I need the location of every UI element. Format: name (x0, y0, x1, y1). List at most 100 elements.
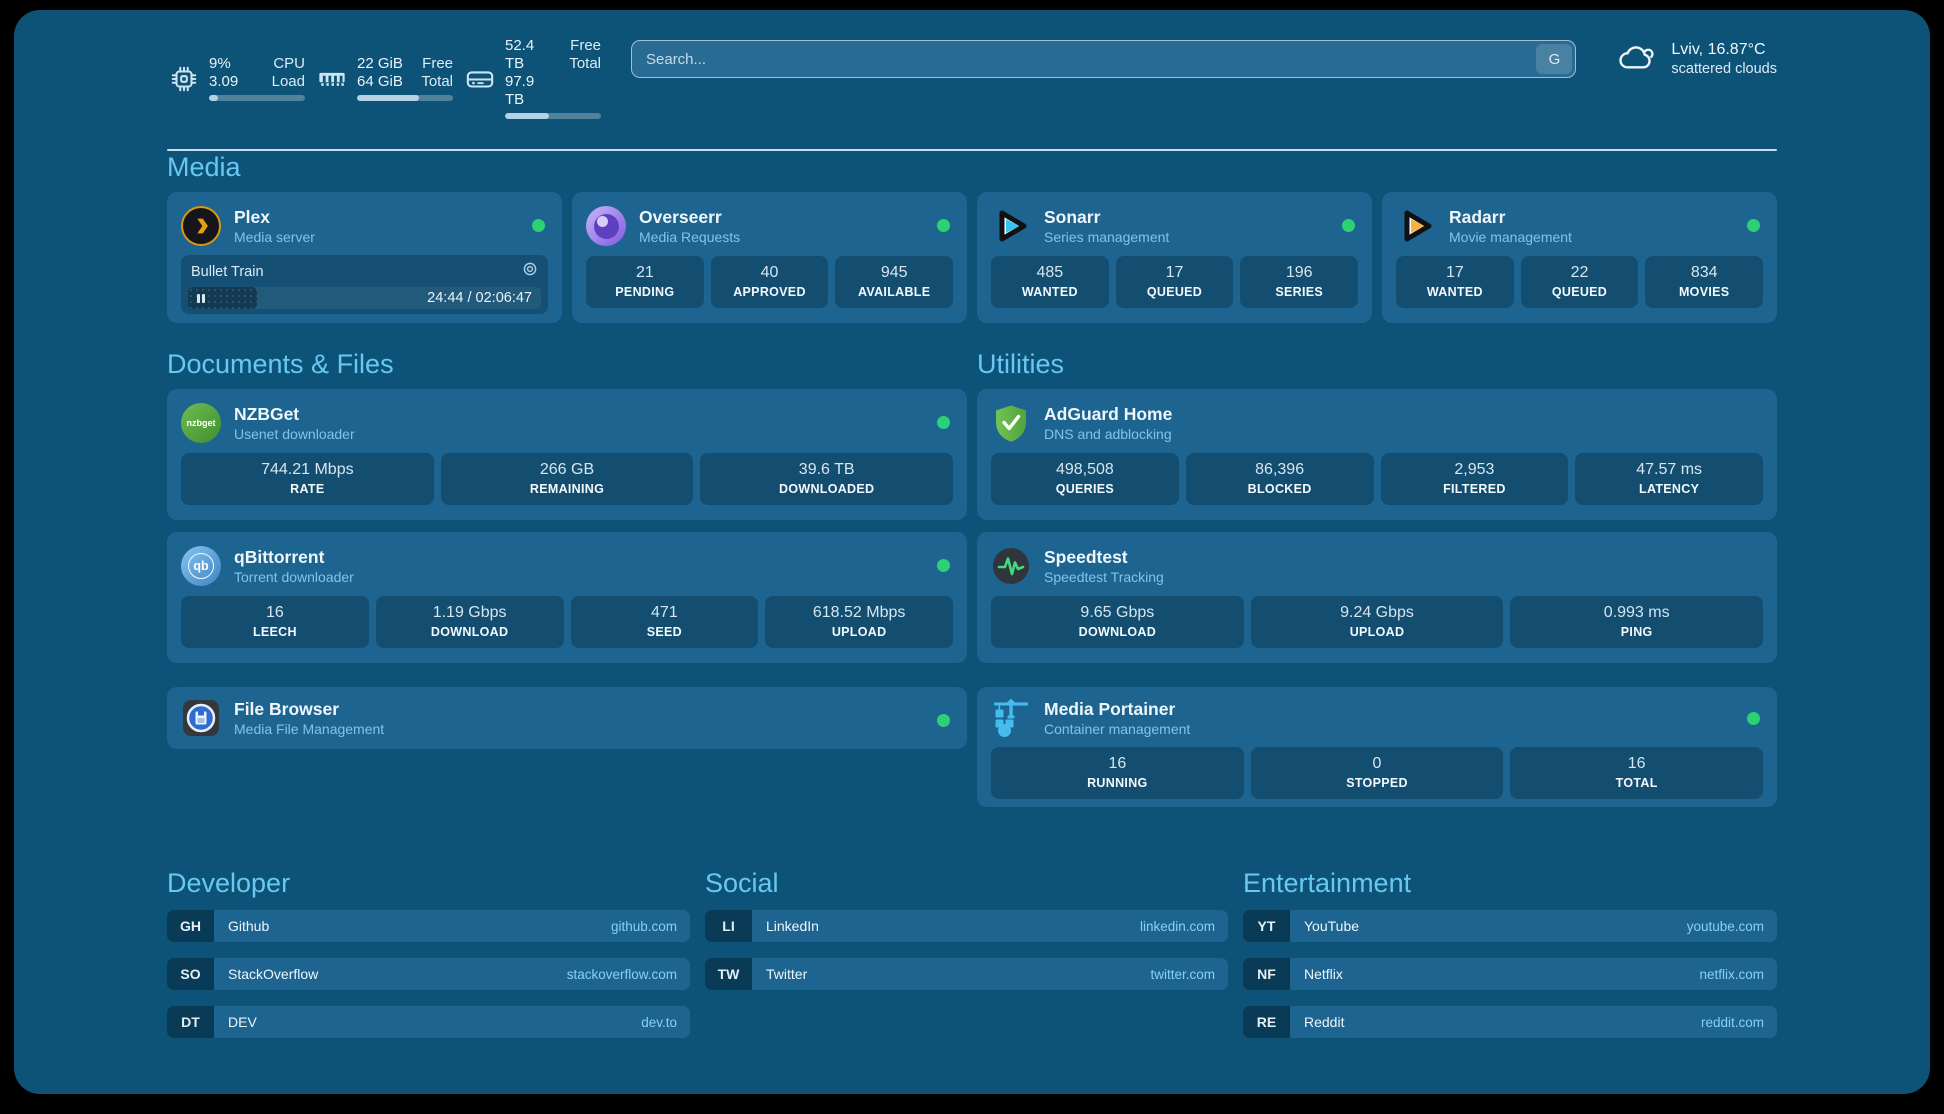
dashboard-panel: 9% 3.09 CPU Load (14, 10, 1930, 1094)
service-subtitle: Media Requests (639, 228, 740, 246)
weather-location-temp: Lviv, 16.87°C (1671, 40, 1777, 60)
stat-approved: 40 APPROVED (711, 256, 829, 308)
bookmark-github[interactable]: GH Github github.com (167, 910, 690, 942)
service-title: Plex (234, 207, 315, 228)
status-dot (937, 219, 950, 232)
bookmark-domain: twitter.com (1150, 967, 1215, 982)
speedtest-pulse-icon (991, 546, 1031, 586)
pause-icon[interactable] (197, 294, 205, 303)
service-title: Overseerr (639, 207, 740, 228)
memory-total: 64 GiB (357, 73, 403, 91)
status-dot (1747, 712, 1760, 725)
service-card-overseerr[interactable]: Overseerr Media Requests 21 PENDING 40 A… (572, 192, 967, 323)
status-dot (937, 416, 950, 429)
service-title: AdGuard Home (1044, 404, 1172, 425)
bookmark-abbr: RE (1243, 1006, 1290, 1038)
bookmark-domain: netflix.com (1699, 967, 1764, 982)
stat-stopped: 0 STOPPED (1251, 747, 1504, 799)
stat-queries: 498,508 QUERIES (991, 453, 1179, 505)
memory-ram-icon (315, 64, 349, 94)
stat-rate: 744.21 Mbps RATE (181, 453, 434, 505)
service-subtitle: Media server (234, 228, 315, 246)
bookmark-domain: dev.to (641, 1015, 677, 1030)
stat-series: 196 SERIES (1240, 256, 1358, 308)
service-subtitle: Speedtest Tracking (1044, 568, 1164, 586)
service-card-portainer[interactable]: Media Portainer Container management 16 … (977, 687, 1777, 807)
bookmark-linkedin[interactable]: LI LinkedIn linkedin.com (705, 910, 1228, 942)
service-card-plex[interactable]: Plex Media server Bullet Train (167, 192, 562, 323)
playback-time: 24:44 / 02:06:47 (427, 287, 532, 309)
cpu-stat: 9% 3.09 CPU Load (167, 37, 305, 119)
playback-progress-bar[interactable]: 24:44 / 02:06:47 (188, 287, 541, 309)
bookmark-name: StackOverflow (228, 966, 318, 982)
stat-ping: 0.993 ms PING (1510, 596, 1763, 648)
section-header-utilities: Utilities (977, 348, 1777, 381)
sonarr-icon (991, 206, 1031, 246)
stat-movies: 834 MOVIES (1645, 256, 1763, 308)
bookmark-abbr: YT (1243, 910, 1290, 942)
bookmark-youtube[interactable]: YT YouTube youtube.com (1243, 910, 1777, 942)
bookmark-netflix[interactable]: NF Netflix netflix.com (1243, 958, 1777, 990)
radarr-icon (1396, 206, 1436, 246)
overseerr-icon (586, 206, 626, 246)
bookmark-abbr: LI (705, 910, 752, 942)
cpu-usage: 9% (209, 55, 238, 73)
section-header-social: Social (705, 867, 1228, 900)
stat-upload: 618.52 Mbps UPLOAD (765, 596, 953, 648)
search-input[interactable] (631, 40, 1576, 78)
service-card-sonarr[interactable]: Sonarr Series management 485 WANTED 17 Q… (977, 192, 1372, 323)
bookmark-stackoverflow[interactable]: SO StackOverflow stackoverflow.com (167, 958, 690, 990)
disk-label-2: Total (569, 55, 601, 73)
stat-queued: 17 QUEUED (1116, 256, 1234, 308)
service-subtitle: DNS and adblocking (1044, 425, 1172, 443)
bookmark-abbr: GH (167, 910, 214, 942)
bookmark-name: Reddit (1304, 1014, 1344, 1030)
bookmark-domain: stackoverflow.com (567, 967, 677, 982)
stat-wanted: 485 WANTED (991, 256, 1109, 308)
service-title: Media Portainer (1044, 699, 1190, 720)
stat-filtered: 2,953 FILTERED (1381, 453, 1569, 505)
service-card-radarr[interactable]: Radarr Movie management 17 WANTED 22 QUE… (1382, 192, 1777, 323)
stat-pending: 21 PENDING (586, 256, 704, 308)
bookmark-dev[interactable]: DT DEV dev.to (167, 1006, 690, 1038)
bookmarks-entertainment: Entertainment YT YouTube youtube.com NF … (1243, 867, 1777, 1054)
stat-available: 945 AVAILABLE (835, 256, 953, 308)
service-title: NZBGet (234, 404, 355, 425)
cpu-progress-bar (209, 95, 305, 101)
bookmark-twitter[interactable]: TW Twitter twitter.com (705, 958, 1228, 990)
bookmarks-developer: Developer GH Github github.com SO StackO… (167, 867, 690, 1054)
service-subtitle: Usenet downloader (234, 425, 355, 443)
stat-wanted: 17 WANTED (1396, 256, 1514, 308)
session-settings-icon[interactable] (522, 261, 538, 282)
service-card-adguard[interactable]: AdGuard Home DNS and adblocking 498,508 … (977, 389, 1777, 520)
weather-condition: scattered clouds (1671, 60, 1777, 78)
nzbget-icon: nzbget (181, 403, 221, 443)
plex-icon (181, 206, 221, 246)
stat-downloaded: 39.6 TB DOWNLOADED (700, 453, 953, 505)
stat-running: 16 RUNNING (991, 747, 1244, 799)
bookmark-abbr: DT (167, 1006, 214, 1038)
service-title: File Browser (234, 699, 384, 720)
cloud-icon (1616, 38, 1658, 79)
bookmark-name: DEV (228, 1014, 257, 1030)
search-provider-button[interactable]: G (1536, 44, 1572, 74)
disk-stat: 52.4 TB 97.9 TB Free Total (463, 37, 601, 119)
service-card-nzbget[interactable]: nzbget NZBGet Usenet downloader 744.21 M… (167, 389, 967, 520)
service-card-speedtest[interactable]: Speedtest Speedtest Tracking 9.65 Gbps D… (977, 532, 1777, 663)
bookmark-name: Netflix (1304, 966, 1343, 982)
filebrowser-icon (181, 698, 221, 738)
section-header-entertainment: Entertainment (1243, 867, 1777, 900)
plex-now-playing: Bullet Train 24:44 / 02:06:47 (181, 255, 548, 314)
qbittorrent-icon: qb (181, 546, 221, 586)
bookmark-domain: github.com (611, 919, 677, 934)
service-card-filebrowser[interactable]: File Browser Media File Management (167, 687, 967, 749)
bookmark-name: Twitter (766, 966, 807, 982)
service-card-qbittorrent[interactable]: qb qBittorrent Torrent downloader 16 LEE… (167, 532, 967, 663)
stat-queued: 22 QUEUED (1521, 256, 1639, 308)
stat-seed: 471 SEED (571, 596, 759, 648)
stat-latency: 47.57 ms LATENCY (1575, 453, 1763, 505)
stat-leech: 16 LEECH (181, 596, 369, 648)
service-title: Sonarr (1044, 207, 1169, 228)
stat-blocked: 86,396 BLOCKED (1186, 453, 1374, 505)
bookmark-reddit[interactable]: RE Reddit reddit.com (1243, 1006, 1777, 1038)
